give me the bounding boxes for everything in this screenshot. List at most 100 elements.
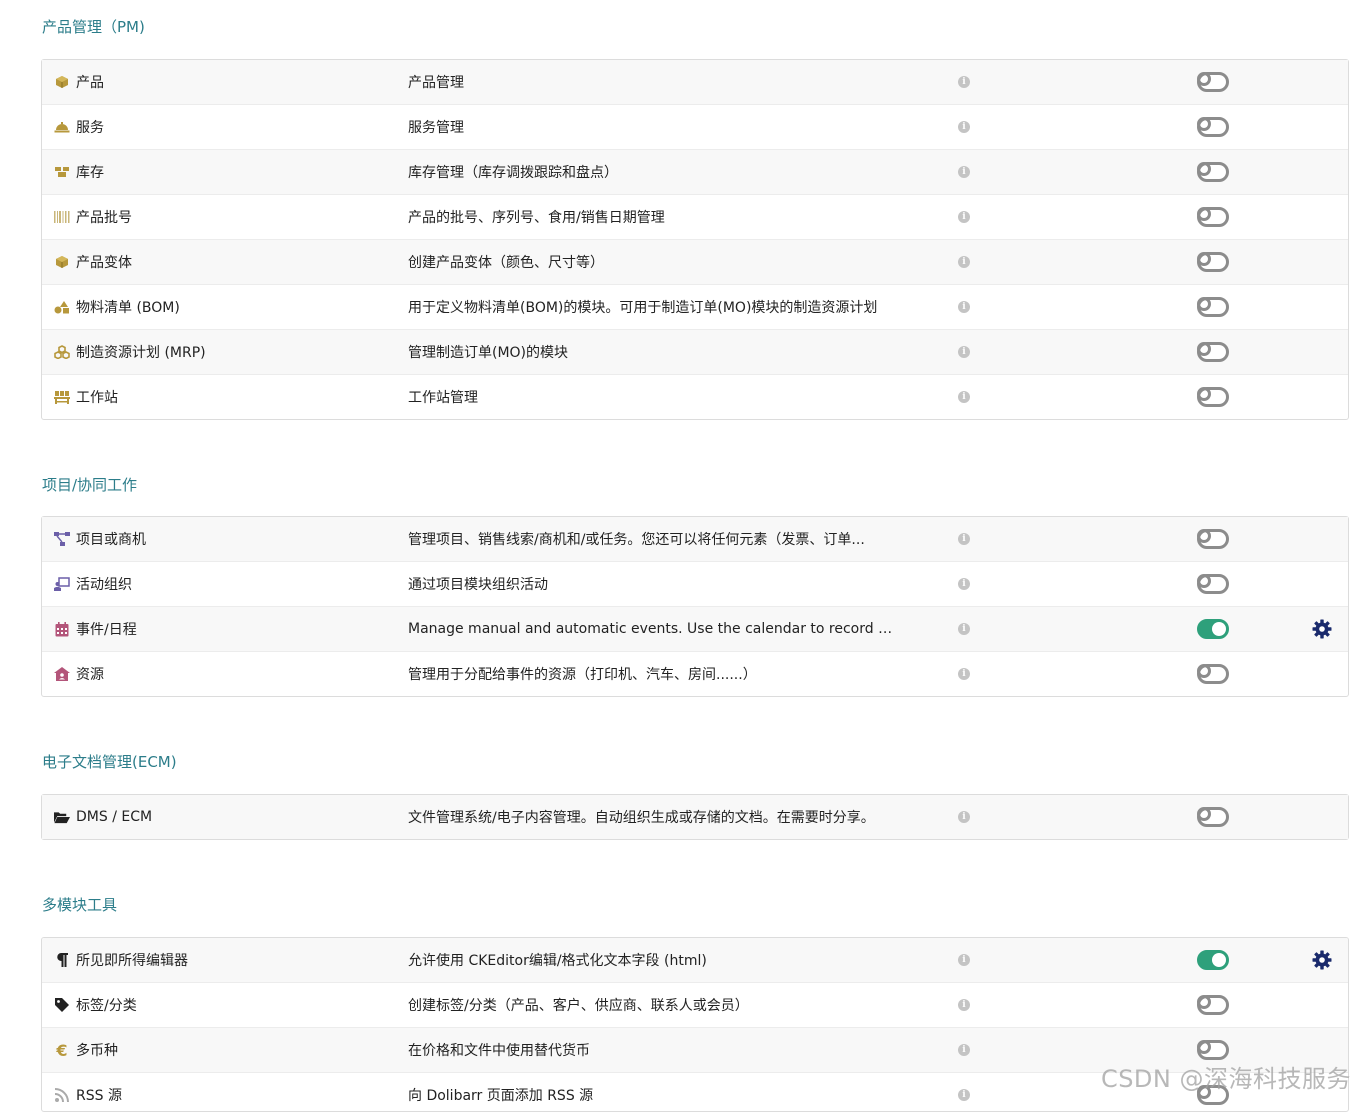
module-description: 创建产品变体（颜色、尺寸等）: [408, 255, 604, 271]
module-name: 制造资源计划 (MRP): [76, 345, 206, 361]
cube-icon: [54, 254, 70, 270]
module-row: 资源 管理用于分配给事件的资源（打印机、汽车、房间......） i: [42, 651, 1348, 696]
chalkboard-user-icon: [54, 576, 70, 592]
module-description: 文件管理系统/电子内容管理。自动组织生成或存储的文档。在需要时分享。: [408, 810, 875, 826]
module-name: 项目或商机: [76, 532, 146, 548]
module-name: 所见即所得编辑器: [76, 953, 188, 969]
project-diagram-icon: [54, 531, 70, 547]
module-name: 活动组织: [76, 577, 132, 593]
module-description: 在价格和文件中使用替代货币: [408, 1043, 590, 1059]
module-toggle[interactable]: [1197, 342, 1229, 362]
module-toggle[interactable]: [1197, 807, 1229, 827]
concierge-bell-icon: [54, 119, 70, 135]
section-title-ecm: 电子文档管理(ECM): [42, 753, 177, 771]
module-description: 产品管理: [408, 75, 464, 91]
module-description: 向 Dolibarr 页面添加 RSS 源: [408, 1088, 594, 1104]
module-toggle[interactable]: [1197, 162, 1229, 182]
module-name: 资源: [76, 667, 104, 683]
module-toggle[interactable]: [1197, 574, 1229, 594]
module-description: 管理项目、销售线索/商机和/或任务。您还可以将任何元素（发票、订单...: [408, 532, 865, 548]
module-row: 活动组织 通过项目模块组织活动 i: [42, 561, 1348, 606]
info-icon[interactable]: i: [958, 211, 970, 223]
module-description: 服务管理: [408, 120, 464, 136]
module-description: 用于定义物料清单(BOM)的模块。可用于制造订单(MO)模块的制造资源计划: [408, 300, 878, 316]
module-description: Manage manual and automatic events. Use …: [408, 621, 898, 637]
info-icon[interactable]: i: [958, 999, 970, 1011]
house-user-icon: [54, 666, 70, 682]
module-description: 允许使用 CKEditor编辑/格式化文本字段 (html): [408, 953, 707, 969]
module-row: DMS / ECM 文件管理系统/电子内容管理。自动组织生成或存储的文档。在需要…: [42, 795, 1348, 839]
info-icon[interactable]: i: [958, 668, 970, 680]
module-name: 物料清单 (BOM): [76, 300, 180, 316]
module-toggle[interactable]: [1197, 387, 1229, 407]
module-toggle[interactable]: [1197, 72, 1229, 92]
module-toggle[interactable]: [1197, 664, 1229, 684]
workstation-icon: [54, 389, 70, 405]
module-toggle[interactable]: [1197, 995, 1229, 1015]
module-row: 物料清单 (BOM) 用于定义物料清单(BOM)的模块。可用于制造订单(MO)模…: [42, 284, 1348, 329]
module-name: DMS / ECM: [76, 809, 153, 825]
calendar-icon: [54, 621, 70, 637]
paragraph-icon: [54, 952, 70, 968]
module-card-pm: 产品 产品管理 i 服务 服务管理 i 库存 库存管理（库存调拨跟踪和盘点） i…: [41, 59, 1349, 420]
watermark: CSDN @深海科技服务: [1100, 1065, 1351, 1093]
info-icon[interactable]: i: [958, 121, 970, 133]
module-row: 产品变体 创建产品变体（颜色、尺寸等） i: [42, 239, 1348, 284]
barcode-icon: [54, 209, 70, 225]
module-description: 工作站管理: [408, 390, 478, 406]
euro-icon: €: [56, 1040, 68, 1060]
module-toggle[interactable]: [1197, 619, 1229, 639]
folder-open-icon: [54, 809, 70, 825]
module-row: 产品批号 产品的批号、序列号、食用/销售日期管理 i: [42, 194, 1348, 239]
info-icon[interactable]: i: [958, 346, 970, 358]
info-icon[interactable]: i: [958, 811, 970, 823]
info-icon[interactable]: i: [958, 954, 970, 966]
module-description: 管理制造订单(MO)的模块: [408, 345, 569, 361]
module-description: 创建标签/分类（产品、客户、供应商、联系人或会员）: [408, 998, 749, 1014]
info-icon[interactable]: i: [958, 301, 970, 313]
module-row: 所见即所得编辑器 允许使用 CKEditor编辑/格式化文本字段 (html) …: [42, 938, 1348, 982]
module-row: 标签/分类 创建标签/分类（产品、客户、供应商、联系人或会员） i: [42, 982, 1348, 1027]
module-description: 库存管理（库存调拨跟踪和盘点）: [408, 165, 618, 181]
info-icon[interactable]: i: [958, 533, 970, 545]
module-description: 管理用于分配给事件的资源（打印机、汽车、房间......）: [408, 667, 757, 683]
module-row: 服务 服务管理 i: [42, 104, 1348, 149]
module-name: 库存: [76, 165, 104, 181]
info-icon[interactable]: i: [958, 623, 970, 635]
info-icon[interactable]: i: [958, 76, 970, 88]
shapes-icon: [54, 299, 70, 315]
tag-icon: [54, 997, 70, 1013]
module-card-projects: 项目或商机 管理项目、销售线索/商机和/或任务。您还可以将任何元素（发票、订单.…: [41, 516, 1349, 697]
cube-icon: [54, 74, 70, 90]
cubes-icon: [54, 344, 70, 360]
gear-icon[interactable]: [1312, 950, 1332, 970]
info-icon[interactable]: i: [958, 1044, 970, 1056]
module-name: RSS 源: [76, 1088, 122, 1104]
boxes-icon: [54, 164, 70, 180]
module-toggle[interactable]: [1197, 207, 1229, 227]
module-toggle[interactable]: [1197, 252, 1229, 272]
module-row: 库存 库存管理（库存调拨跟踪和盘点） i: [42, 149, 1348, 194]
module-description: 通过项目模块组织活动: [408, 577, 548, 593]
gear-icon[interactable]: [1312, 619, 1332, 639]
module-toggle[interactable]: [1197, 1040, 1229, 1060]
module-row: 事件/日程 Manage manual and automatic events…: [42, 606, 1348, 651]
module-row: 产品 产品管理 i: [42, 60, 1348, 104]
module-name: 标签/分类: [76, 998, 137, 1014]
module-toggle[interactable]: [1197, 117, 1229, 137]
info-icon[interactable]: i: [958, 256, 970, 268]
module-description: 产品的批号、序列号、食用/销售日期管理: [408, 210, 665, 226]
module-name: 工作站: [76, 390, 118, 406]
info-icon[interactable]: i: [958, 578, 970, 590]
module-row: 工作站 工作站管理 i: [42, 374, 1348, 419]
module-toggle[interactable]: [1197, 529, 1229, 549]
section-title-tools: 多模块工具: [42, 896, 118, 914]
module-toggle[interactable]: [1197, 950, 1229, 970]
info-icon[interactable]: i: [958, 166, 970, 178]
info-icon[interactable]: i: [958, 1089, 970, 1101]
module-toggle[interactable]: [1197, 297, 1229, 317]
info-icon[interactable]: i: [958, 391, 970, 403]
module-card-ecm: DMS / ECM 文件管理系统/电子内容管理。自动组织生成或存储的文档。在需要…: [41, 794, 1349, 840]
module-name: 服务: [76, 120, 104, 136]
module-name: 产品: [76, 75, 104, 91]
